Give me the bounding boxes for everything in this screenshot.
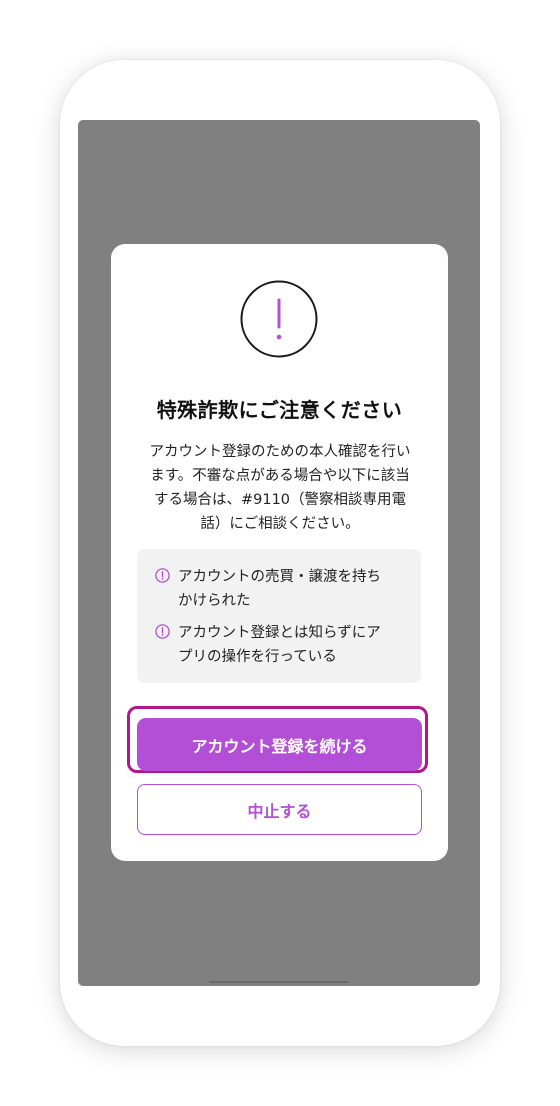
- warning-dialog: 特殊詐欺にご注意ください アカウント登録のための本人確認を行い ます。不審な点が…: [111, 244, 448, 861]
- info-circle-icon: [155, 624, 170, 639]
- home-indicator: [209, 981, 349, 983]
- description-line: 話）にご相談ください。: [200, 516, 360, 532]
- warning-text: アカウント登録とは知らずにア プリの操作を行っている: [178, 621, 381, 669]
- warning-text: アカウントの売買・譲渡を持ち かけられた: [178, 565, 381, 613]
- description-line: する場合は、#9110（警察相談専用電: [153, 492, 407, 508]
- warning-line: かけられた: [178, 593, 251, 609]
- exclamation-circle-icon: [240, 280, 318, 358]
- warning-list: アカウントの売買・譲渡を持ち かけられた アカウント登録とは知らずにア プリの操…: [137, 549, 421, 683]
- description-line: ます。不審な点がある場合や以下に該当: [150, 468, 410, 484]
- warning-line: アカウント登録とは知らずにア: [178, 625, 381, 641]
- info-circle-icon: [155, 568, 170, 583]
- warning-line: プリの操作を行っている: [178, 649, 337, 665]
- dialog-description: アカウント登録のための本人確認を行い ます。不審な点がある場合や以下に該当 する…: [139, 440, 421, 536]
- warning-line: アカウントの売買・譲渡を持ち: [178, 569, 381, 585]
- dialog-title: 特殊詐欺にご注意ください: [156, 398, 403, 422]
- description-line: アカウント登録のための本人確認を行い: [149, 444, 411, 460]
- cancel-button[interactable]: 中止する: [137, 784, 422, 835]
- continue-registration-button[interactable]: アカウント登録を続ける: [137, 718, 422, 771]
